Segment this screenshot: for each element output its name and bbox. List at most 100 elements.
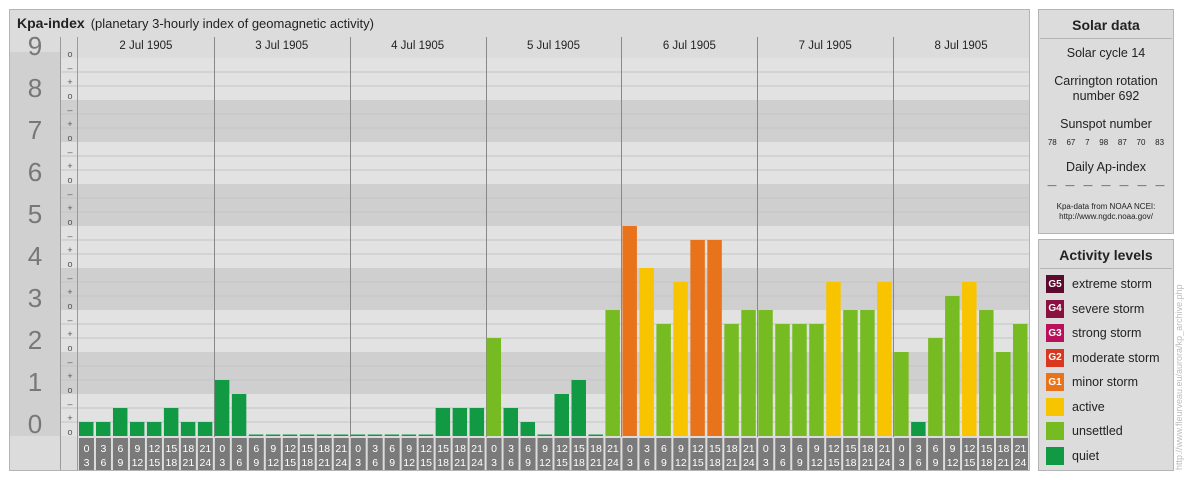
kp-band <box>10 268 1029 310</box>
interval-end-label: 15 <box>964 457 976 469</box>
activity-label: unsettled <box>1072 424 1123 438</box>
kp-bar <box>911 422 926 436</box>
activity-swatch: G1 <box>1046 373 1064 391</box>
interval-start-label: 9 <box>406 443 412 455</box>
minor-tick-label: – <box>67 273 72 283</box>
interval-end-label: 15 <box>828 457 840 469</box>
interval-end-label: 21 <box>183 457 195 469</box>
kp-bar <box>843 310 858 436</box>
sunspot-value: 67 <box>1066 138 1076 147</box>
kp-bar <box>384 434 400 436</box>
interval-start-label: 15 <box>301 443 313 455</box>
kp-bar <box>656 323 671 436</box>
interval-start-label: 0 <box>763 443 769 455</box>
interval-end-label: 6 <box>372 457 378 469</box>
kp-bar <box>1013 323 1028 436</box>
kp-bar <box>299 434 315 436</box>
kp-bar <box>452 407 468 436</box>
kp-band <box>10 310 1029 352</box>
activity-level-active: active <box>1046 397 1105 416</box>
interval-start-label: 21 <box>879 443 891 455</box>
minor-tick-label: + <box>67 371 72 381</box>
ap-value: –– <box>1065 181 1075 190</box>
y-tick-label: 2 <box>28 325 42 355</box>
interval-end-label: 15 <box>420 457 432 469</box>
kp-bar <box>401 434 417 436</box>
sunspot-value: 83 <box>1155 138 1165 147</box>
activity-label: extreme storm <box>1072 277 1152 291</box>
minor-tick-label: – <box>67 147 72 157</box>
activity-level-extreme-storm: G5 extreme storm <box>1046 275 1152 293</box>
kp-bar <box>503 407 519 436</box>
interval-start-label: 15 <box>981 443 993 455</box>
solar-cycle: Solar cycle 14 <box>1066 46 1146 60</box>
kp-bar <box>95 422 111 436</box>
kp-bar <box>129 422 145 436</box>
interval-end-label: 6 <box>644 457 650 469</box>
minor-tick-label: + <box>67 287 72 297</box>
kp-bar <box>962 281 977 436</box>
activity-level-quiet: quiet <box>1046 446 1099 465</box>
kp-bar <box>860 310 875 436</box>
solar-data-heading: Solar data <box>1072 17 1140 33</box>
minor-tick-label: + <box>67 203 72 213</box>
interval-end-label: 12 <box>403 457 415 469</box>
kp-bar <box>367 434 383 436</box>
kp-bar <box>469 407 485 436</box>
interval-end-label: 18 <box>981 457 993 469</box>
interval-start-label: 15 <box>437 443 449 455</box>
interval-start-label: 6 <box>933 443 939 455</box>
kp-bar <box>435 407 451 436</box>
kp-bar <box>486 338 502 436</box>
carrington-line-1: Carrington rotation <box>1054 74 1158 88</box>
minor-tick-label: o <box>67 259 72 269</box>
ap-value: –– <box>1155 181 1165 190</box>
minor-tick-label: + <box>67 329 72 339</box>
interval-start-label: 21 <box>471 443 483 455</box>
minor-tick-label: o <box>67 427 72 437</box>
interval-end-label: 9 <box>661 457 667 469</box>
activity-levels-panel: Activity levels G5 extreme storm G4 severe … <box>1038 239 1174 471</box>
kp-band <box>10 226 1029 268</box>
sunspot-value: 98 <box>1099 138 1109 147</box>
sunspot-value: 7 <box>1085 138 1090 147</box>
minor-tick-label: o <box>67 175 72 185</box>
interval-end-label: 21 <box>998 457 1010 469</box>
interval-end-label: 12 <box>675 457 687 469</box>
interval-start-label: 18 <box>862 443 874 455</box>
interval-end-label: 24 <box>200 457 212 469</box>
minor-tick-label: – <box>67 105 72 115</box>
interval-end-label: 12 <box>947 457 959 469</box>
minor-tick-label: + <box>67 119 72 129</box>
interval-end-label: 9 <box>525 457 531 469</box>
ap-value: –– <box>1101 181 1111 190</box>
activity-level-strong-storm: G3 strong storm <box>1046 324 1141 342</box>
activity-label: minor storm <box>1072 375 1138 389</box>
kp-bar <box>877 281 892 436</box>
interval-end-label: 18 <box>709 457 721 469</box>
kp-bar <box>197 422 213 436</box>
day-label: 3 Jul 1905 <box>255 40 308 52</box>
y-tick-label: 0 <box>28 409 42 439</box>
data-source-link[interactable]: http://www.ngdc.noaa.gov/ <box>1039 212 1173 222</box>
interval-start-label: 6 <box>389 443 395 455</box>
interval-start-label: 21 <box>335 443 347 455</box>
y-tick-label: 8 <box>28 73 42 103</box>
interval-start-label: 15 <box>573 443 585 455</box>
day-label: 5 Jul 1905 <box>527 40 580 52</box>
y-tick-label: 9 <box>28 31 42 61</box>
interval-start-label: 0 <box>219 443 225 455</box>
minor-tick-label: + <box>67 77 72 87</box>
interval-start-label: 0 <box>84 443 90 455</box>
interval-start-label: 18 <box>998 443 1010 455</box>
interval-end-label: 9 <box>933 457 939 469</box>
kp-bar <box>945 296 960 436</box>
activity-swatch: G5 <box>1046 275 1064 293</box>
interval-start-label: 6 <box>525 443 531 455</box>
interval-start-label: 18 <box>454 443 466 455</box>
interval-start-label: 15 <box>709 443 721 455</box>
interval-end-label: 3 <box>219 457 225 469</box>
kp-bar <box>537 434 552 436</box>
kp-bar <box>571 380 586 436</box>
kp-band <box>10 394 1029 436</box>
